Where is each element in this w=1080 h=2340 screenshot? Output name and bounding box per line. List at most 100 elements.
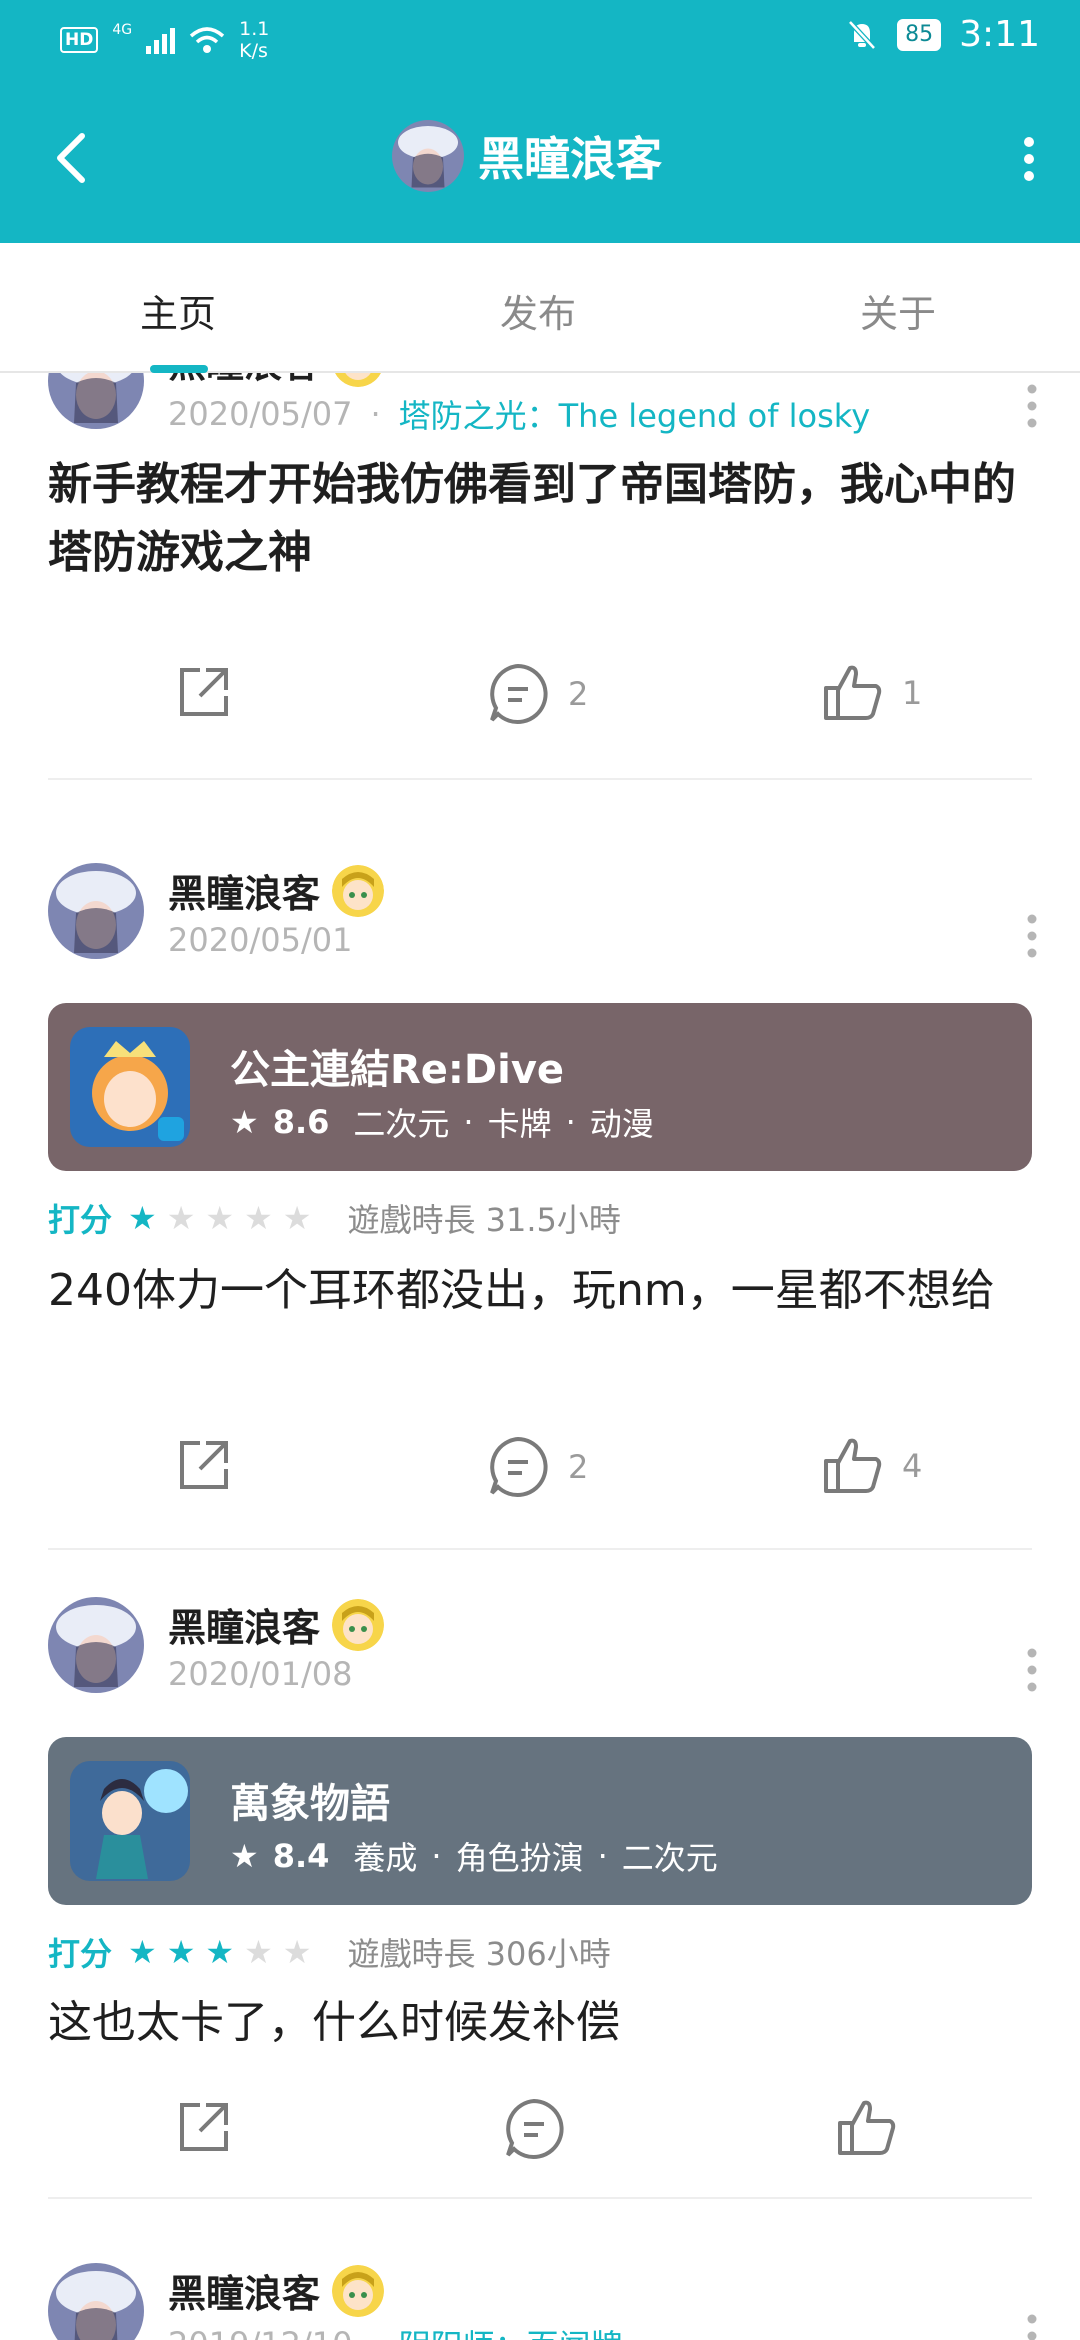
game-name: 萬象物語 <box>230 1781 390 1827</box>
more-vertical-icon[interactable] <box>1014 134 1044 184</box>
rating-label: 打分 <box>48 1201 113 1239</box>
user-badge-icon <box>332 373 384 387</box>
post-more-icon[interactable] <box>1024 2313 1040 2340</box>
like-count: 4 <box>902 1447 923 1485</box>
game-tag: 養成 <box>353 1839 418 1877</box>
like-count: 1 <box>902 674 923 712</box>
comment-count: 2 <box>568 675 589 713</box>
game-link[interactable]: 塔防之光：The legend of losky <box>399 391 871 437</box>
game-score: 8.6 <box>272 1103 330 1141</box>
avatar[interactable] <box>48 863 144 959</box>
play-time: 遊戲時長 31.5小時 <box>347 1201 621 1239</box>
like-button[interactable]: 1 <box>822 662 922 724</box>
post-username[interactable]: 黑瞳浪客 <box>168 373 384 388</box>
avatar[interactable] <box>48 373 144 429</box>
post-more-icon[interactable] <box>1024 913 1040 959</box>
star-icon: ★ <box>230 1103 259 1141</box>
feed-post[interactable]: 黑瞳浪客 2020/01/08 萬象物語 ★ 8.4 養成 · 角色扮演 · 二… <box>0 1597 1080 2267</box>
comment-count: 2 <box>568 1448 589 1486</box>
star-icon: ★ <box>230 1837 259 1875</box>
game-tag: 卡牌 <box>487 1105 552 1143</box>
post-date: 2020/05/01 <box>168 921 353 959</box>
game-tag: 二次元 <box>621 1839 718 1877</box>
status-bar: HD 4G 1.1 K/s 85 3:11 <box>0 0 1080 75</box>
star-icon: ★ <box>205 1933 235 1971</box>
comment-icon <box>490 1436 548 1497</box>
share-button[interactable] <box>174 662 234 722</box>
game-link[interactable]: 阴阳师：百闻牌 <box>399 2321 623 2340</box>
username-text: 黑瞳浪客 <box>168 1606 321 1650</box>
net-speed-value: 1.1 <box>239 18 270 40</box>
star-icon: ★ <box>128 1933 157 1971</box>
back-arrow-icon[interactable] <box>48 130 98 186</box>
post-username[interactable]: 黑瞳浪客 <box>168 1597 385 1652</box>
post-meta: 2020/05/07 · 塔防之光：The legend of losky <box>168 391 870 437</box>
post-more-icon[interactable] <box>1024 1647 1040 1693</box>
like-button[interactable] <box>836 2097 898 2159</box>
tab-indicator <box>150 365 208 373</box>
star-empty-icon: ★ <box>205 1199 235 1237</box>
play-time: 遊戲時長 306小時 <box>347 1935 611 1973</box>
post-username[interactable]: 黑瞳浪客 <box>168 2263 385 2318</box>
avatar[interactable] <box>48 2263 144 2340</box>
rating-label: 打分 <box>48 1935 113 1973</box>
game-card[interactable]: 公主連結Re:Dive ★ 8.6 二次元 · 卡牌 · 动漫 <box>48 1003 1032 1171</box>
comment-button[interactable] <box>502 2097 566 2161</box>
game-card[interactable]: 萬象物語 ★ 8.4 養成 · 角色扮演 · 二次元 <box>48 1737 1032 1905</box>
post-date: 2019/12/10 <box>168 2325 352 2340</box>
username-text: 黑瞳浪客 <box>168 2272 321 2316</box>
user-badge-icon <box>332 1598 385 1651</box>
like-button[interactable]: 4 <box>822 1435 922 1497</box>
star-empty-icon: ★ <box>244 1199 273 1237</box>
post-text: 新手教程才开始我仿佛看到了帝国塔防，我心中的塔防游戏之神 <box>48 459 1016 578</box>
tag-separator: · <box>463 1103 474 1141</box>
share-icon <box>180 1441 228 1489</box>
tab-home[interactable]: 主页 <box>140 283 216 338</box>
game-tag: 动漫 <box>589 1105 654 1143</box>
post-date: 2020/01/08 <box>168 1655 353 1693</box>
comment-icon <box>506 2098 564 2159</box>
post-more-icon[interactable] <box>1024 383 1040 429</box>
signal-icon <box>146 26 176 54</box>
comment-button[interactable]: 2 <box>486 662 588 726</box>
post-meta: 2020/05/01 <box>168 921 352 959</box>
username-text: 黑瞳浪客 <box>168 872 321 916</box>
game-score: 8.4 <box>272 1837 330 1875</box>
user-badge-icon <box>332 2264 385 2317</box>
star-empty-icon: ★ <box>282 1933 312 1971</box>
share-button[interactable] <box>174 1435 234 1495</box>
tag-separator: · <box>565 1103 576 1141</box>
app-header: HD 4G 1.1 K/s 85 3:11 黑瞳浪客 <box>0 0 1080 243</box>
hd-indicator: HD <box>60 27 99 53</box>
avatar[interactable] <box>48 1597 144 1693</box>
share-icon <box>180 668 228 716</box>
share-button[interactable] <box>174 2097 234 2157</box>
tab-bar: 主页 发布 关于 <box>0 243 1080 373</box>
feed-post[interactable]: 黑瞳浪客 2020/05/07 · 塔防之光：The legend of los… <box>0 373 1080 793</box>
profile-title: 黑瞳浪客 <box>392 120 662 192</box>
tab-about[interactable]: 关于 <box>860 283 936 338</box>
rating-row: 打分 ★ ★ ★ ★ ★ 遊戲時長 31.5小時 <box>48 1195 621 1241</box>
feed-post[interactable]: 黑瞳浪客 2019/12/10 · 阴阳师：百闻牌 <box>0 2263 1080 2340</box>
thumbs-up-icon <box>824 665 882 720</box>
meta-separator: · <box>370 2325 380 2340</box>
game-icon <box>70 1027 190 1147</box>
net-speed: 1.1 K/s <box>239 18 269 62</box>
feed-post[interactable]: 黑瞳浪客 2020/05/01 公主連結Re:Dive ★ 8.6 二次元 · … <box>0 863 1080 1583</box>
game-info: ★ 8.6 二次元 · 卡牌 · 动漫 <box>230 1099 654 1145</box>
game-name: 公主連結Re:Dive <box>230 1047 565 1093</box>
comment-button[interactable]: 2 <box>486 1435 588 1499</box>
meta-separator: · <box>370 395 381 433</box>
game-tag: 角色扮演 <box>455 1839 584 1877</box>
post-divider <box>48 778 1032 780</box>
feed-list: 黑瞳浪客 2020/05/07 · 塔防之光：The legend of los… <box>0 373 1080 2340</box>
avatar <box>392 120 464 192</box>
page-title: 黑瞳浪客 <box>478 132 662 186</box>
clock: 3:11 <box>959 14 1040 55</box>
tab-posts[interactable]: 发布 <box>500 283 576 338</box>
star-empty-icon: ★ <box>166 1199 196 1237</box>
post-username[interactable]: 黑瞳浪客 <box>168 863 385 918</box>
star-icon: ★ <box>166 1933 196 1971</box>
post-divider <box>48 1548 1032 1550</box>
game-info: ★ 8.4 養成 · 角色扮演 · 二次元 <box>230 1833 718 1879</box>
